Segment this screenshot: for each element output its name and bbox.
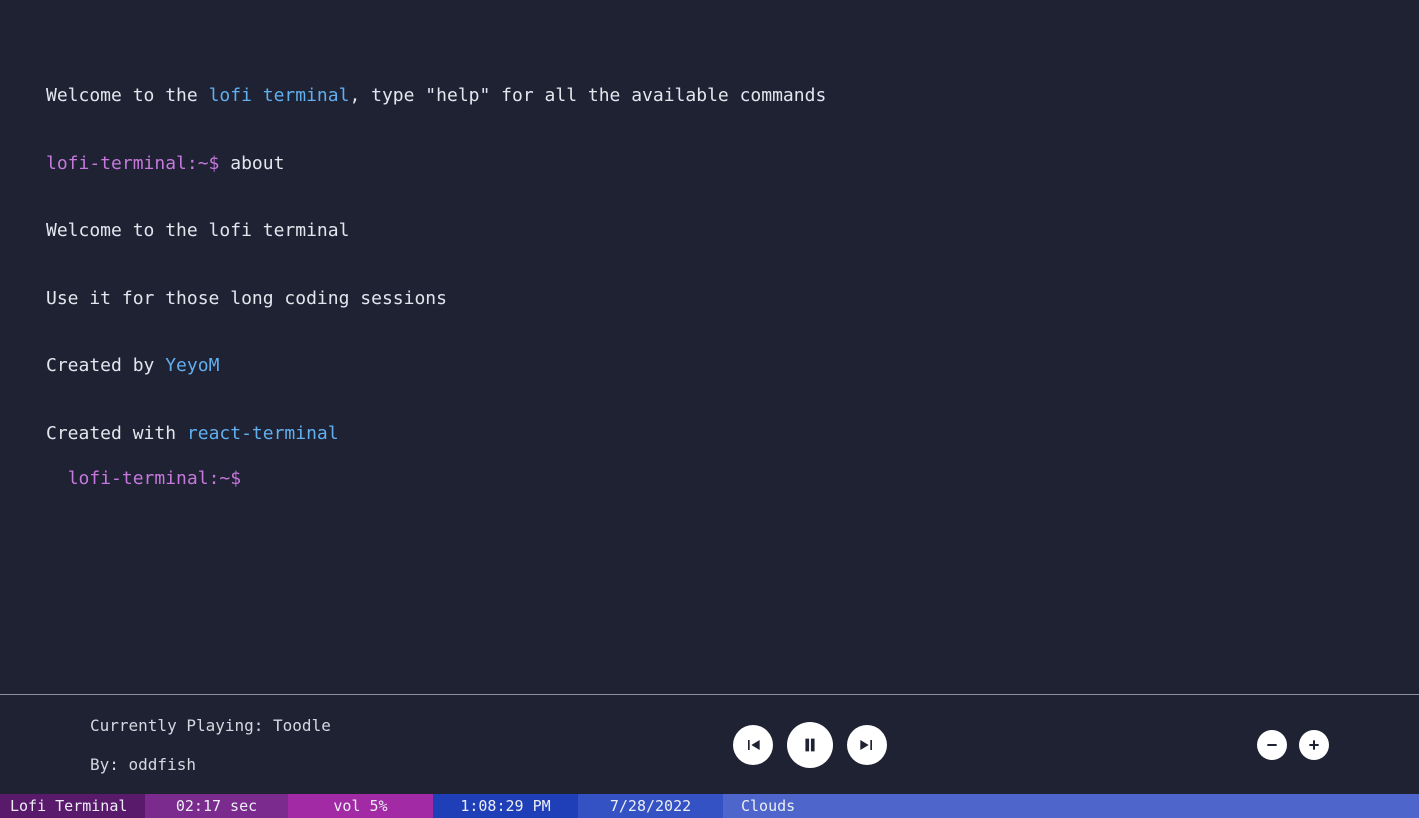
pause-icon xyxy=(799,734,821,756)
skip-forward-icon xyxy=(857,735,877,755)
status-weather: Clouds xyxy=(723,794,1419,818)
prev-track-button[interactable] xyxy=(733,725,773,765)
terminal-output[interactable]: Welcome to the lofi terminal, type "help… xyxy=(0,0,1419,694)
status-clock: 1:08:29 PM xyxy=(433,794,578,818)
entered-command: about xyxy=(230,153,284,174)
skip-back-icon xyxy=(743,735,763,755)
playback-controls xyxy=(410,722,1209,768)
volume-controls xyxy=(1229,730,1329,760)
about-output-line-3: Created by YeyoM xyxy=(46,355,1373,378)
plus-icon xyxy=(1306,737,1322,753)
status-app-title: Lofi Terminal xyxy=(0,794,145,818)
minus-icon xyxy=(1264,737,1280,753)
about-output-line-2: Use it for those long coding sessions xyxy=(46,288,1373,311)
pause-button[interactable] xyxy=(787,722,833,768)
about-output-line-1: Welcome to the lofi terminal xyxy=(46,220,1373,243)
prompt-label: lofi-terminal:~$ xyxy=(46,153,219,174)
status-bar: Lofi Terminal 02:17 sec vol 5% 1:08:29 P… xyxy=(0,794,1419,818)
welcome-line: Welcome to the lofi terminal, type "help… xyxy=(46,85,1373,108)
volume-down-button[interactable] xyxy=(1257,730,1287,760)
now-playing-info: Currently Playing: Toodle By: oddfish xyxy=(90,716,390,774)
status-volume: vol 5% xyxy=(288,794,433,818)
prompt-label: lofi-terminal:~$ xyxy=(68,468,241,489)
now-playing-row: Currently Playing: Toodle xyxy=(90,716,390,735)
now-playing-label: Currently Playing: xyxy=(90,716,273,735)
created-with-label: Created with xyxy=(46,423,187,444)
status-date: 7/28/2022 xyxy=(578,794,723,818)
prompt-line-current[interactable]: lofi-terminal:~$ xyxy=(68,468,252,489)
artist-name: oddfish xyxy=(129,755,196,774)
track-title: Toodle xyxy=(273,716,331,735)
by-label: By: xyxy=(90,755,129,774)
welcome-suffix: , type "help" for all the available comm… xyxy=(349,85,826,106)
about-output-line-4: Created with react-terminal xyxy=(46,423,1373,446)
volume-up-button[interactable] xyxy=(1299,730,1329,760)
status-elapsed: 02:17 sec xyxy=(145,794,288,818)
lofi-terminal-link[interactable]: lofi terminal xyxy=(209,85,350,106)
next-track-button[interactable] xyxy=(847,725,887,765)
author-link[interactable]: YeyoM xyxy=(165,355,219,376)
created-by-label: Created by xyxy=(46,355,165,376)
prompt-line-1: lofi-terminal:~$ about xyxy=(46,153,1373,176)
react-terminal-link[interactable]: react-terminal xyxy=(187,423,339,444)
artist-row: By: oddfish xyxy=(90,755,390,774)
welcome-text: Welcome to the xyxy=(46,85,209,106)
player-bar: Currently Playing: Toodle By: oddfish xyxy=(0,694,1419,794)
